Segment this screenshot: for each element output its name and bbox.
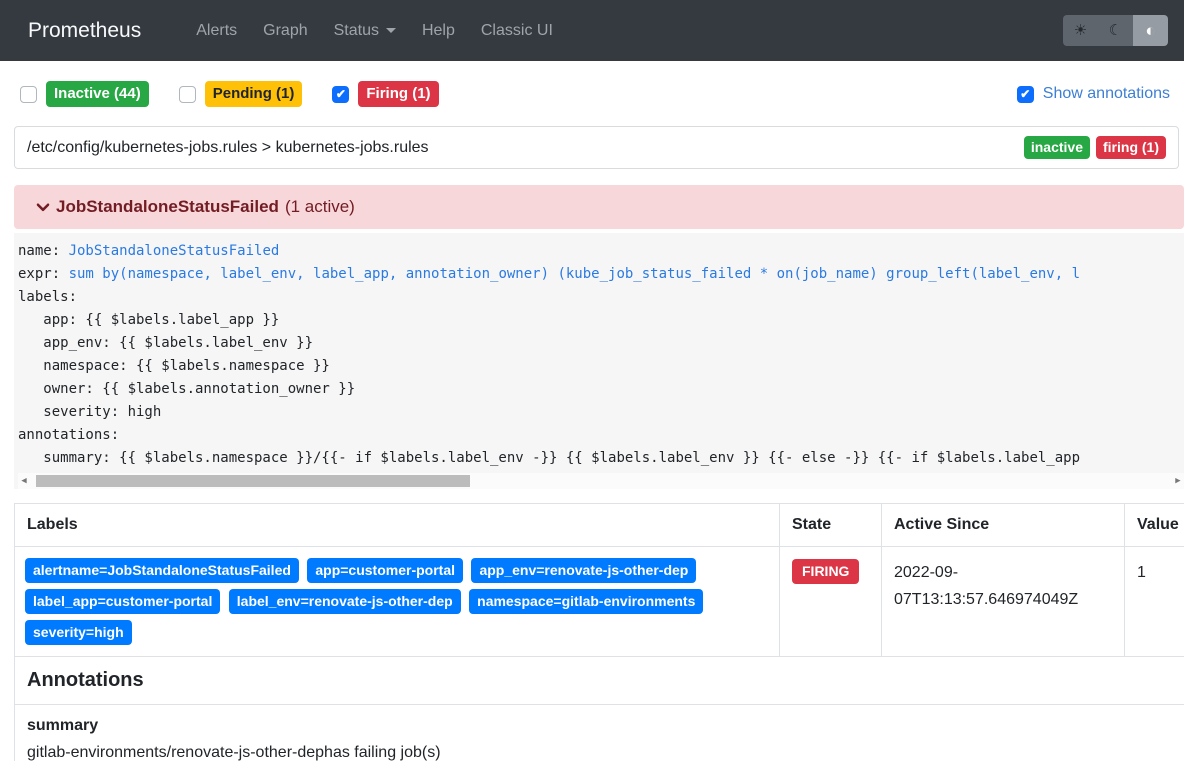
moon-icon: ☾ <box>1109 22 1122 39</box>
rule-definition-code: name: JobStandaloneStatusFailed expr: su… <box>14 233 1184 489</box>
rule-group-badges: inactive firing (1) <box>1024 136 1166 159</box>
alert-active-count: (1 active) <box>285 197 355 217</box>
annotations-title: Annotations <box>15 657 1184 705</box>
label-badge-namespace: namespace=gitlab-environments <box>469 589 703 614</box>
horizontal-scrollbar[interactable]: ◀ ▶ <box>18 473 1184 489</box>
rule-group-firing-badge: firing (1) <box>1096 136 1166 159</box>
code-line-namespace: namespace: {{ $labels.namespace }} <box>18 355 1184 378</box>
code-key: expr: <box>18 266 69 282</box>
code-value: JobStandaloneStatusFailed <box>69 243 280 259</box>
table-header-row: Labels State Active Since Value <box>15 504 1184 547</box>
scrollbar-thumb[interactable] <box>36 475 470 487</box>
pending-count-badge: Pending (1) <box>205 81 303 107</box>
active-since-cell: 2022-09-07T13:13:57.646974049Z <box>882 547 1125 657</box>
rule-group-path: /etc/config/kubernetes-jobs.rules > kube… <box>27 139 429 157</box>
show-annotations-toggle[interactable]: ✔ Show annotations <box>1017 85 1170 103</box>
nav-item-status-label: Status <box>334 22 379 40</box>
annotation-value: gitlab-environments/renovate-js-other-de… <box>27 740 1172 761</box>
alert-collapse-header[interactable]: JobStandaloneStatusFailed (1 active) <box>14 185 1184 229</box>
filter-firing[interactable]: ✔ Firing (1) <box>332 81 438 107</box>
state-cell: FIRING <box>780 547 882 657</box>
rule-group-inactive-badge: inactive <box>1024 136 1090 159</box>
nav-item-help-label: Help <box>422 22 455 40</box>
theme-toggle-group: ☀ ☾ ◐ <box>1063 15 1168 46</box>
nav-item-graph-label: Graph <box>263 22 307 40</box>
nav-item-alerts-label: Alerts <box>196 22 237 40</box>
dropdown-caret-icon <box>386 28 396 33</box>
rule-group-card: /etc/config/kubernetes-jobs.rules > kube… <box>14 126 1179 169</box>
firing-checkbox[interactable]: ✔ <box>332 86 349 103</box>
alert-filters: Inactive (44) Pending (1) ✔ Firing (1) ✔… <box>0 61 1184 107</box>
chevron-down-icon <box>34 198 52 216</box>
value-column-header: Value <box>1125 504 1184 547</box>
code-key: labels: <box>18 289 77 305</box>
code-line-owner: owner: {{ $labels.annotation_owner }} <box>18 378 1184 401</box>
alerts-table: Labels State Active Since Value alertnam… <box>14 503 1184 761</box>
pending-checkbox[interactable] <box>179 86 196 103</box>
active-since-column-header: Active Since <box>882 504 1125 547</box>
filter-pending[interactable]: Pending (1) <box>179 81 303 107</box>
code-line-severity: severity: high <box>18 401 1184 424</box>
firing-count-badge: Firing (1) <box>358 81 438 107</box>
code-line-annotations: annotations: <box>18 424 1184 447</box>
scroll-right-arrow-icon[interactable]: ▶ <box>1172 473 1184 489</box>
code-line-app: app: {{ $labels.label_app }} <box>18 309 1184 332</box>
nav-item-help[interactable]: Help <box>409 22 468 40</box>
code-key: owner: {{ $labels.annotation_owner }} <box>18 381 355 397</box>
firing-state-badge: FIRING <box>792 559 859 584</box>
circle-half-icon: ◐ <box>1145 21 1155 40</box>
nav-item-status-dropdown[interactable]: Status <box>321 22 409 40</box>
sun-icon: ☀ <box>1074 22 1087 39</box>
brand-link[interactable]: Prometheus <box>28 19 141 43</box>
code-line-summary: summary: {{ $labels.namespace }}/{{- if … <box>18 447 1184 470</box>
code-key: annotations: <box>18 427 119 443</box>
alert-table-row: alertname=JobStandaloneStatusFailed app=… <box>15 547 1184 657</box>
nav-item-classic-ui-label: Classic UI <box>481 22 553 40</box>
inactive-checkbox[interactable] <box>20 86 37 103</box>
labels-column-header: Labels <box>15 504 780 547</box>
label-badge-label-app: label_app=customer-portal <box>25 589 220 614</box>
theme-auto-button[interactable]: ◐ <box>1133 15 1168 46</box>
label-badge-severity: severity=high <box>25 620 132 645</box>
label-badge-app-env: app_env=renovate-js-other-dep <box>471 558 696 583</box>
alert-rule-name: JobStandaloneStatusFailed <box>56 197 279 217</box>
show-annotations-label: Show annotations <box>1043 85 1170 103</box>
scroll-left-arrow-icon[interactable]: ◀ <box>18 473 30 489</box>
code-key: severity: high <box>18 404 161 420</box>
code-key: summary: {{ $labels.namespace }}/{{- if … <box>18 450 1080 466</box>
nav-item-classic-ui[interactable]: Classic UI <box>468 22 566 40</box>
label-badge-label-env: label_env=renovate-js-other-dep <box>229 589 461 614</box>
code-line-expr: expr: sum by(namespace, label_env, label… <box>18 263 1184 286</box>
annotation-cell: summary gitlab-environments/renovate-js-… <box>15 705 1184 761</box>
state-column-header: State <box>780 504 882 547</box>
filter-inactive[interactable]: Inactive (44) <box>20 81 149 107</box>
code-key: app_env: {{ $labels.label_env }} <box>18 335 313 351</box>
code-line-app-env: app_env: {{ $labels.label_env }} <box>18 332 1184 355</box>
annotation-row: summary gitlab-environments/renovate-js-… <box>15 705 1184 761</box>
code-line-name: name: JobStandaloneStatusFailed <box>18 240 1184 263</box>
annotations-title-row: Annotations <box>15 657 1184 705</box>
code-line-labels: labels: <box>18 286 1184 309</box>
labels-cell: alertname=JobStandaloneStatusFailed app=… <box>15 547 780 657</box>
code-key: namespace: {{ $labels.namespace }} <box>18 358 330 374</box>
value-cell: 1 <box>1125 547 1184 657</box>
code-key: app: {{ $labels.label_app }} <box>18 312 279 328</box>
label-badge-app: app=customer-portal <box>307 558 463 583</box>
scrollbar-track[interactable] <box>30 473 1172 489</box>
theme-light-button[interactable]: ☀ <box>1063 15 1098 46</box>
nav-item-alerts[interactable]: Alerts <box>183 22 250 40</box>
show-annotations-checkbox[interactable]: ✔ <box>1017 86 1034 103</box>
annotation-name: summary <box>27 717 1172 735</box>
theme-dark-button[interactable]: ☾ <box>1098 15 1133 46</box>
code-value: sum by(namespace, label_env, label_app, … <box>69 266 1080 282</box>
nav-item-graph[interactable]: Graph <box>250 22 320 40</box>
navbar: Prometheus Alerts Graph Status Help Clas… <box>0 0 1184 61</box>
code-key: name: <box>18 243 69 259</box>
inactive-count-badge: Inactive (44) <box>46 81 149 107</box>
label-badge-alertname: alertname=JobStandaloneStatusFailed <box>25 558 299 583</box>
